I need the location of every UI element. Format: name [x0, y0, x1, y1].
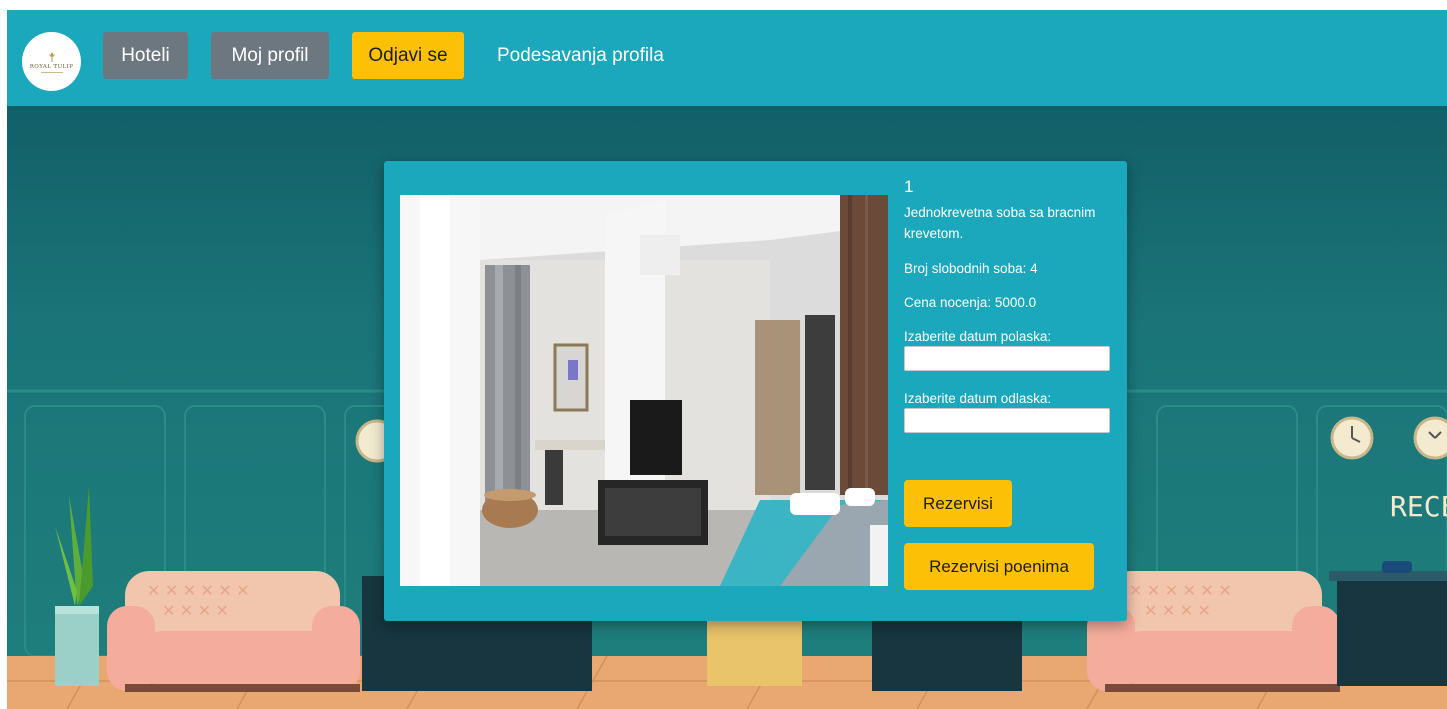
left-sofa: ✕ ✕ ✕ ✕ ✕ ✕ ✕ ✕ ✕ ✕ — [107, 571, 360, 692]
svg-text:✕ ✕ ✕ ✕ ✕ ✕: ✕ ✕ ✕ ✕ ✕ ✕ — [1129, 583, 1232, 600]
hotels-button[interactable]: Hoteli — [103, 32, 188, 79]
profile-settings-link[interactable]: Podesavanja profila — [497, 32, 664, 79]
hotel-room-image — [400, 195, 888, 586]
room-description: Jednokrevetna soba sa bracnim krevetom. — [904, 205, 1096, 241]
svg-text:✕ ✕ ✕ ✕: ✕ ✕ ✕ ✕ — [162, 603, 229, 620]
room-card: 1 Jednokrevetna soba sa bracnim krevetom… — [384, 161, 1127, 621]
night-price: Cena nocenja: 5000.0 — [904, 295, 1037, 310]
free-rooms-count: Broj slobodnih soba: 4 — [904, 261, 1038, 276]
reception-sign: RECEI — [1390, 490, 1447, 523]
book-button[interactable]: Rezervisi — [904, 480, 1012, 527]
right-clock-2 — [1413, 416, 1447, 460]
svg-text:✕ ✕ ✕ ✕: ✕ ✕ ✕ ✕ — [1144, 603, 1211, 620]
arrival-date-label: Izaberite datum odlaska: — [904, 391, 1052, 406]
departure-date-label: Izaberite datum polaska: — [904, 329, 1052, 344]
arrival-date-input[interactable] — [904, 408, 1110, 433]
logo-text: ROYAL TULIP — [29, 63, 74, 70]
book-with-points-button[interactable]: Rezervisi poenima — [904, 543, 1094, 590]
logo-underline — [40, 71, 63, 73]
logout-button[interactable]: Odjavi se — [352, 32, 464, 79]
my-profile-button[interactable]: Moj profil — [211, 32, 329, 79]
navbar: ROYAL TULIP Hoteli Moj profil Odjavi se … — [7, 10, 1447, 106]
svg-text:✕ ✕ ✕ ✕ ✕ ✕: ✕ ✕ ✕ ✕ ✕ ✕ — [147, 583, 250, 600]
departure-date-input[interactable] — [904, 346, 1110, 371]
tulip-icon — [48, 51, 55, 62]
brand-logo[interactable]: ROYAL TULIP — [22, 32, 81, 91]
room-info: 1 Jednokrevetna soba sa bracnim krevetom… — [904, 175, 1114, 433]
room-number: 1 — [904, 177, 914, 196]
room-photo — [400, 195, 888, 586]
